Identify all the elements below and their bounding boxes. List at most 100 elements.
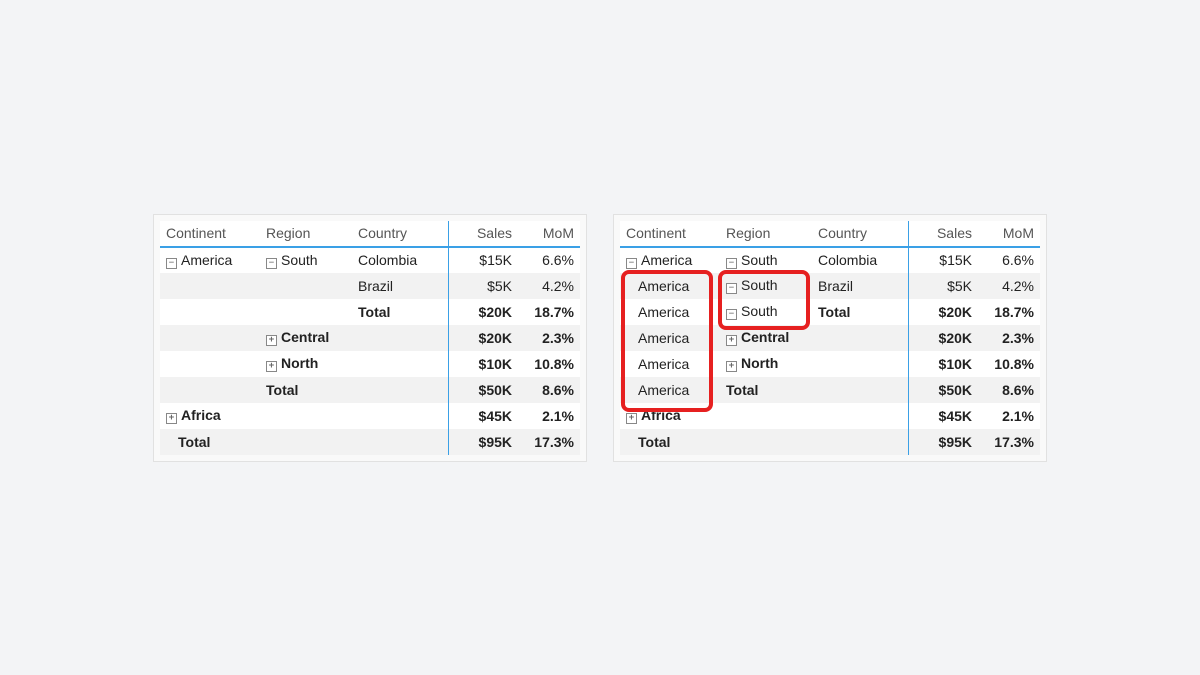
table-row: −America −South Colombia $15K 6.6% — [160, 247, 580, 273]
cell-mom: 6.6% — [518, 247, 580, 273]
cell-continent: America — [641, 252, 692, 268]
cell-sales: $20K — [908, 299, 978, 325]
col-region[interactable]: Region — [720, 221, 812, 247]
cell-grandtotal-label: Total — [160, 429, 260, 455]
table-row: Total $95K 17.3% — [160, 429, 580, 455]
cell-sales: $15K — [448, 247, 518, 273]
expand-icon[interactable]: + — [626, 413, 637, 424]
pivot-table-left: Continent Region Country Sales MoM −Amer… — [160, 221, 580, 455]
table-row: Brazil $5K 4.2% — [160, 273, 580, 299]
cell-continent: America — [620, 351, 720, 377]
cell-region: South — [741, 252, 778, 268]
cell-sales: $10K — [448, 351, 518, 377]
table-row: + Central $20K 2.3% — [160, 325, 580, 351]
table-row: Total $95K 17.3% — [620, 429, 1040, 455]
cell-sales: $95K — [448, 429, 518, 455]
cell-mom: 2.1% — [518, 403, 580, 429]
cell-region: Central — [741, 329, 789, 345]
expand-icon[interactable]: + — [726, 335, 737, 346]
table-row: Total $50K 8.6% — [160, 377, 580, 403]
cell-sales: $45K — [908, 403, 978, 429]
cell-sales: $20K — [448, 325, 518, 351]
cell-continent: Africa — [181, 407, 221, 423]
cell-mom: 10.8% — [518, 351, 580, 377]
cell-sales: $20K — [908, 325, 978, 351]
table-row: America + North $10K 10.8% — [620, 351, 1040, 377]
expand-icon[interactable]: + — [266, 361, 277, 372]
cell-continent: America — [620, 325, 720, 351]
table-row: + North $10K 10.8% — [160, 351, 580, 377]
table-row: + Africa $45K 2.1% — [160, 403, 580, 429]
cell-region: North — [281, 355, 318, 371]
col-sales[interactable]: Sales — [908, 221, 978, 247]
collapse-icon[interactable]: − — [726, 283, 737, 294]
cell-sales: $10K — [908, 351, 978, 377]
cell-mom: 2.1% — [978, 403, 1040, 429]
cell-country: Colombia — [812, 247, 908, 273]
table-row: America + Central $20K 2.3% — [620, 325, 1040, 351]
expand-icon[interactable]: + — [266, 335, 277, 346]
cell-region: South — [281, 252, 318, 268]
col-region[interactable]: Region — [260, 221, 352, 247]
col-country[interactable]: Country — [812, 221, 908, 247]
cell-mom: 4.2% — [518, 273, 580, 299]
table-row: America −South Total $20K 18.7% — [620, 299, 1040, 325]
cell-continent: America — [181, 252, 232, 268]
pivot-table-right: Continent Region Country Sales MoM −Amer… — [620, 221, 1040, 455]
expand-icon[interactable]: + — [166, 413, 177, 424]
cell-sales: $5K — [448, 273, 518, 299]
cell-region: North — [741, 355, 778, 371]
cell-mom: 4.2% — [978, 273, 1040, 299]
matrix-left: Continent Region Country Sales MoM −Amer… — [153, 214, 587, 462]
table-row: + Africa $45K 2.1% — [620, 403, 1040, 429]
cell-country: Brazil — [812, 273, 908, 299]
cell-continent: America — [620, 299, 720, 325]
cell-country: Colombia — [352, 247, 448, 273]
cell-region: South — [741, 303, 778, 319]
cell-region: Central — [281, 329, 329, 345]
col-continent[interactable]: Continent — [620, 221, 720, 247]
col-mom[interactable]: MoM — [518, 221, 580, 247]
collapse-icon[interactable]: − — [726, 309, 737, 320]
col-continent[interactable]: Continent — [160, 221, 260, 247]
cell-sales: $50K — [448, 377, 518, 403]
collapse-icon[interactable]: − — [726, 258, 737, 269]
col-country[interactable]: Country — [352, 221, 448, 247]
cell-sales: $15K — [908, 247, 978, 273]
table-row: −America −South Colombia $15K 6.6% — [620, 247, 1040, 273]
cell-mom: 10.8% — [978, 351, 1040, 377]
cell-mom: 18.7% — [518, 299, 580, 325]
col-mom[interactable]: MoM — [978, 221, 1040, 247]
col-sales[interactable]: Sales — [448, 221, 518, 247]
cell-mom: 17.3% — [518, 429, 580, 455]
cell-sales: $50K — [908, 377, 978, 403]
cell-mom: 2.3% — [518, 325, 580, 351]
collapse-icon[interactable]: − — [166, 258, 177, 269]
cell-sales: $95K — [908, 429, 978, 455]
cell-subtotal-label: Total — [812, 299, 908, 325]
cell-continent: Africa — [641, 407, 681, 423]
cell-subtotal-label: Total — [720, 377, 812, 403]
collapse-icon[interactable]: − — [626, 258, 637, 269]
cell-subtotal-label: Total — [352, 299, 448, 325]
table-row: America Total $50K 8.6% — [620, 377, 1040, 403]
matrix-right: Continent Region Country Sales MoM −Amer… — [613, 214, 1047, 462]
cell-country: Brazil — [352, 273, 448, 299]
cell-region: South — [741, 277, 778, 293]
table-row: Total $20K 18.7% — [160, 299, 580, 325]
cell-grandtotal-label: Total — [620, 429, 720, 455]
cell-mom: 6.6% — [978, 247, 1040, 273]
cell-mom: 2.3% — [978, 325, 1040, 351]
cell-mom: 8.6% — [978, 377, 1040, 403]
cell-mom: 17.3% — [978, 429, 1040, 455]
cell-sales: $5K — [908, 273, 978, 299]
cell-sales: $45K — [448, 403, 518, 429]
cell-continent: America — [620, 273, 720, 299]
table-row: America −South Brazil $5K 4.2% — [620, 273, 1040, 299]
cell-continent: America — [620, 377, 720, 403]
collapse-icon[interactable]: − — [266, 258, 277, 269]
cell-subtotal-label: Total — [260, 377, 352, 403]
cell-mom: 18.7% — [978, 299, 1040, 325]
expand-icon[interactable]: + — [726, 361, 737, 372]
cell-mom: 8.6% — [518, 377, 580, 403]
